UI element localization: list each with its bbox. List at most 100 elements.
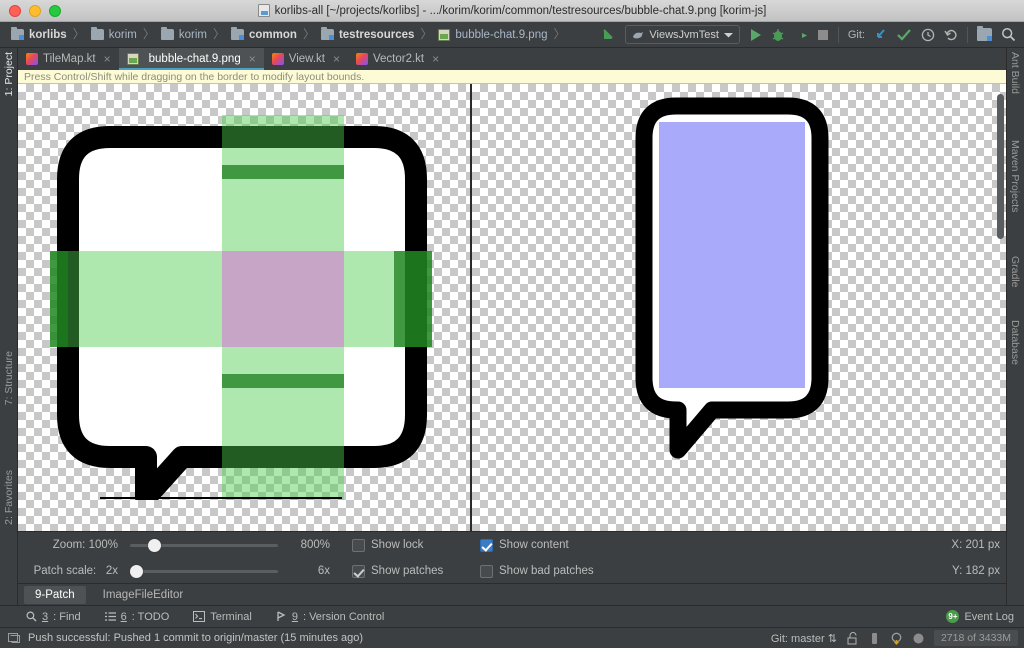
right-patch-marker[interactable] bbox=[394, 251, 432, 347]
checkbox-label: Show patches bbox=[371, 565, 443, 577]
tool-window-terminal[interactable]: Terminal bbox=[181, 611, 264, 623]
breadcrumb-item-korlibs[interactable]: korlibs bbox=[8, 22, 70, 48]
breadcrumb-separator-icon: 〉 bbox=[550, 25, 568, 44]
top-patch-marker[interactable] bbox=[222, 165, 344, 179]
preview-vertical-scrollbar[interactable] bbox=[997, 94, 1004, 239]
left-patch-marker[interactable] bbox=[50, 251, 68, 347]
tool-window-find[interactable]: 3: Find bbox=[0, 611, 93, 623]
background-tasks-icon[interactable] bbox=[890, 632, 903, 645]
maven-projects-label: Maven Projects bbox=[1009, 140, 1021, 212]
checkbox-box[interactable] bbox=[480, 565, 493, 578]
notification-icon[interactable] bbox=[0, 632, 20, 644]
tool-window-number: 9 bbox=[292, 611, 298, 623]
subtab-image-file-editor[interactable]: ImageFileEditor bbox=[92, 586, 195, 604]
editor-tab-vector2[interactable]: Vector2.kt × bbox=[348, 48, 447, 70]
module-icon bbox=[321, 29, 334, 40]
favorites-label: 2: Favorites bbox=[3, 470, 15, 525]
back-arrow-icon[interactable] bbox=[601, 27, 616, 42]
checkbox-box[interactable] bbox=[352, 539, 365, 552]
show-patches-checkbox[interactable]: Show patches bbox=[352, 565, 480, 578]
history-icon[interactable] bbox=[921, 28, 935, 42]
show-content-checkbox[interactable]: Show content bbox=[480, 539, 569, 552]
breadcrumb-label: korim bbox=[109, 29, 137, 41]
close-tab-icon[interactable]: × bbox=[104, 52, 111, 66]
stop-icon[interactable] bbox=[817, 29, 829, 41]
bottom-patch-marker[interactable] bbox=[222, 374, 344, 388]
rollback-icon[interactable] bbox=[944, 28, 958, 42]
nine-patch-canvas[interactable] bbox=[50, 115, 432, 500]
project-structure-icon[interactable] bbox=[977, 28, 992, 41]
tool-window-version-control[interactable]: 9: Version Control bbox=[264, 611, 396, 623]
content-bound-line[interactable] bbox=[100, 497, 342, 499]
breadcrumb-item-korim-2[interactable]: korim bbox=[158, 22, 210, 48]
update-project-icon[interactable] bbox=[874, 28, 888, 42]
breadcrumb-item-korim-1[interactable]: korim bbox=[88, 22, 140, 48]
breadcrumb-item-testresources[interactable]: testresources bbox=[318, 22, 417, 48]
breadcrumb-item-common[interactable]: common bbox=[228, 22, 300, 48]
sidebar-item-structure[interactable]: 7: Structure bbox=[3, 351, 15, 405]
tool-window-todo[interactable]: 6: TODO bbox=[93, 611, 182, 623]
commit-icon[interactable] bbox=[897, 28, 912, 42]
image-file-icon bbox=[127, 53, 139, 65]
git-branch-widget[interactable]: Git: master ⇅ bbox=[771, 632, 837, 645]
editor-tab-view[interactable]: View.kt × bbox=[264, 48, 348, 70]
breadcrumb-item-file[interactable]: bubble-chat.9.png bbox=[435, 22, 550, 48]
tool-window-label: : Find bbox=[53, 611, 81, 623]
checkbox-box[interactable] bbox=[480, 539, 493, 552]
version-control-icon bbox=[276, 611, 287, 622]
show-lock-checkbox[interactable]: Show lock bbox=[352, 539, 480, 552]
run-with-coverage-icon[interactable] bbox=[794, 28, 808, 42]
sidebar-item-favorites[interactable]: 2: Favorites bbox=[3, 470, 15, 525]
subtab-nine-patch[interactable]: 9-Patch bbox=[24, 586, 86, 604]
right-tool-window-stripe: Ant Build Maven Projects Gradle Database bbox=[1006, 48, 1024, 605]
patch-scale-control-row: Patch scale: 2x 6x Show patches Show bad… bbox=[18, 558, 1006, 584]
patch-scale-slider-track[interactable] bbox=[130, 570, 278, 573]
nine-patch-preview-pane[interactable] bbox=[472, 84, 1006, 531]
nine-patch-edit-pane[interactable] bbox=[18, 84, 470, 531]
git-label: Git: bbox=[848, 29, 865, 41]
close-tab-icon[interactable]: × bbox=[249, 52, 256, 66]
editor-tab-bubble-chat[interactable]: bubble-chat.9.png × bbox=[119, 48, 264, 70]
background-progress-icon[interactable] bbox=[913, 633, 924, 644]
run-configuration-selector[interactable]: ViewsJvmTest bbox=[625, 25, 739, 44]
sidebar-item-project[interactable]: 1: Project bbox=[3, 52, 15, 96]
branch-arrows-icon: ⇅ bbox=[828, 633, 837, 645]
checkbox-box[interactable] bbox=[352, 565, 365, 578]
breadcrumb-label: common bbox=[249, 29, 297, 41]
zoom-slider-handle[interactable] bbox=[148, 539, 161, 552]
close-tab-icon[interactable]: × bbox=[333, 52, 340, 66]
todo-icon bbox=[105, 611, 116, 622]
breadcrumb-label: korlibs bbox=[29, 29, 67, 41]
close-tab-icon[interactable]: × bbox=[432, 52, 439, 66]
tool-window-label: Terminal bbox=[210, 611, 252, 623]
debug-icon[interactable] bbox=[771, 28, 785, 42]
image-file-icon bbox=[258, 4, 270, 17]
breadcrumb-separator-icon: 〉 bbox=[70, 25, 88, 44]
gradle-elephant-icon bbox=[632, 30, 644, 40]
memory-indicator[interactable]: 2718 of 3433M bbox=[934, 630, 1018, 646]
bottom-tool-window-bar: 3: Find 6: TODO Terminal 9: Version Cont… bbox=[0, 605, 1024, 627]
patch-scale-slider[interactable] bbox=[130, 564, 278, 578]
event-log-button[interactable]: 9+ Event Log bbox=[934, 610, 1024, 623]
module-icon bbox=[231, 29, 244, 40]
run-configuration-label: ViewsJvmTest bbox=[649, 29, 718, 41]
cursor-x-readout: X: 201 px bbox=[951, 539, 1006, 551]
run-icon[interactable] bbox=[749, 28, 762, 42]
zoom-control-row: Zoom: 100% 800% Show lock Show content X… bbox=[18, 532, 1006, 558]
editor-tab-tilemap[interactable]: TileMap.kt × bbox=[18, 48, 119, 70]
patch-scale-slider-handle[interactable] bbox=[130, 565, 143, 578]
editor-subtab-bar: 9-Patch ImageFileEditor bbox=[18, 583, 1006, 605]
sidebar-item-database[interactable]: Database bbox=[1009, 320, 1021, 365]
sidebar-item-maven-projects[interactable]: Maven Projects bbox=[1009, 140, 1021, 212]
editor-tab-bar: TileMap.kt × bubble-chat.9.png × View.kt… bbox=[18, 48, 1006, 70]
event-log-label: Event Log bbox=[964, 611, 1014, 623]
search-everywhere-icon[interactable] bbox=[1001, 27, 1016, 42]
sidebar-item-ant-build[interactable]: Ant Build bbox=[1009, 52, 1021, 94]
folder-icon bbox=[91, 29, 104, 40]
zoom-slider[interactable] bbox=[130, 538, 278, 552]
module-icon bbox=[11, 29, 24, 40]
show-bad-patches-checkbox[interactable]: Show bad patches bbox=[480, 565, 594, 578]
sidebar-item-gradle[interactable]: Gradle bbox=[1009, 256, 1021, 288]
unlocked-icon[interactable] bbox=[847, 632, 859, 645]
insert-mode-icon[interactable] bbox=[869, 632, 880, 645]
